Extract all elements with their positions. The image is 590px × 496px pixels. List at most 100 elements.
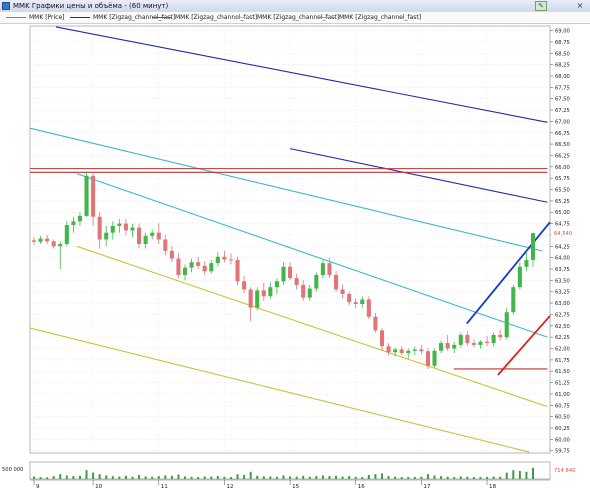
candle-body (150, 232, 155, 236)
candle-body (64, 224, 69, 245)
volume-bar (65, 475, 68, 479)
candle-body (452, 344, 457, 349)
y-tick-label: 65,50 (555, 188, 570, 194)
candle-body (445, 343, 450, 349)
y-tick-label: 62,75 (555, 312, 570, 318)
y-tick-label: 67,50 (555, 97, 570, 103)
volume-bar (426, 474, 429, 479)
legend-item-label: MMK [Price] (29, 14, 65, 21)
x-tick-label: 10 (95, 484, 103, 490)
y-tick-label: 62,50 (555, 324, 570, 330)
candle-body (425, 351, 430, 366)
candle-body (169, 250, 174, 259)
candle-body (347, 294, 352, 303)
candle-body (189, 262, 194, 268)
y-tick-label: 63,00 (555, 301, 570, 307)
volume-bar (440, 476, 443, 479)
volume-bar (499, 476, 502, 479)
candle-body (524, 259, 529, 267)
candle-body (222, 256, 227, 260)
y-tick-label: 68,00 (555, 74, 570, 80)
volume-bar (59, 474, 62, 479)
volume-bar (210, 476, 213, 479)
volume-bar (124, 475, 127, 479)
candle-body (386, 346, 391, 353)
volume-bar (453, 477, 456, 479)
candle-body (393, 349, 398, 353)
candle-body (465, 334, 470, 344)
candle-body (91, 175, 96, 217)
volume-bar (72, 476, 75, 479)
candle-body (268, 287, 273, 297)
candle-body (340, 289, 345, 295)
volume-pane: 500 000 714 840 (2, 461, 575, 480)
volume-bar (256, 475, 259, 479)
y-tick-label: 65,25 (555, 199, 570, 205)
volume-bar (367, 475, 370, 479)
volume-tick-label: 500 000 (2, 467, 23, 473)
y-tick-label: 66,50 (555, 142, 570, 148)
volume-bar (282, 475, 285, 479)
volume-bar (78, 475, 81, 479)
volume-bar (170, 475, 173, 479)
candle-body (320, 263, 325, 275)
y-tick-label: 68,50 (555, 51, 570, 57)
window-title: MMK Графики цены и объёма - (60 минут) (13, 2, 169, 10)
volume-bar (321, 475, 324, 479)
y-tick-label: 66,75 (555, 131, 570, 137)
pin-button[interactable]: ✎ (535, 1, 547, 11)
volume-bar (118, 476, 121, 479)
candle-body (71, 221, 76, 225)
volume-bar (144, 476, 147, 479)
window-icon (2, 2, 10, 10)
volume-bar (486, 476, 489, 479)
candle-body (97, 216, 102, 240)
volume-bar (387, 476, 390, 479)
x-tick-label: 15 (292, 484, 300, 490)
y-tick-label: 59,75 (555, 449, 570, 455)
volume-bar (203, 476, 206, 479)
price-chart[interactable]: 69,00 68,75 68,50 68,25 68,00 67,75 67,50 67,25… (0, 24, 590, 496)
volume-bar (348, 476, 351, 479)
volume-bar (446, 476, 449, 479)
volume-bar (190, 476, 193, 479)
candle-body (248, 289, 253, 308)
y-tick-label: 66,25 (555, 153, 570, 159)
candle-body (439, 343, 444, 351)
y-tick-label: 64,25 (555, 244, 570, 250)
volume-bar (197, 477, 200, 479)
candle-body (196, 262, 201, 266)
y-tick-label: 63,25 (555, 290, 570, 296)
candle-body (123, 223, 128, 231)
candle-body (182, 267, 188, 275)
y-tick-label: 65,75 (555, 176, 570, 182)
volume-bar (164, 475, 167, 479)
candle-body (412, 349, 417, 351)
candle-body (110, 225, 115, 233)
candle-body (419, 349, 424, 352)
volume-bar (229, 477, 232, 479)
y-tick-label: 66,00 (555, 165, 570, 171)
y-tick-label: 68,75 (555, 40, 570, 46)
candle-body (228, 259, 234, 261)
candle-body (117, 223, 122, 226)
candle-body (498, 334, 503, 338)
x-tick-label: 17 (423, 484, 431, 490)
close-button[interactable]: × (574, 1, 586, 11)
candle-body (84, 175, 89, 216)
volume-bar (184, 476, 187, 479)
volume-bar (302, 475, 305, 479)
candle-body (511, 287, 516, 313)
y-tick-label: 62,00 (555, 347, 570, 353)
candle-body (156, 232, 161, 240)
candle-body (314, 274, 319, 289)
legend: MMK [Price] MMK [Zigzag_channel_fast] MM… (0, 12, 590, 24)
candle-body (406, 350, 411, 354)
y-tick-label: 69,00 (555, 29, 570, 35)
candle-body (176, 258, 181, 275)
y-tick-label: 67,75 (555, 85, 570, 91)
volume-bar (243, 475, 246, 479)
candle-body (333, 274, 339, 290)
volume-bar (335, 475, 338, 479)
y-tick-label: 61,50 (555, 369, 570, 375)
